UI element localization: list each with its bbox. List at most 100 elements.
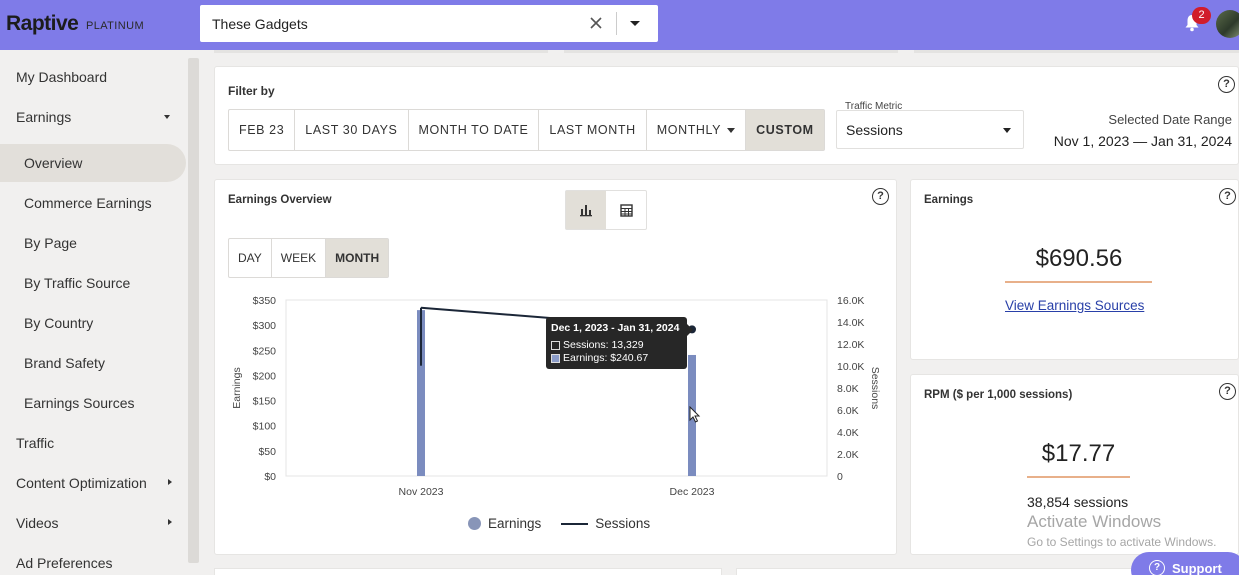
tooltip-sessions: Sessions: 13,329 [563, 339, 644, 351]
earnings-overview-title: Earnings Overview [228, 194, 332, 206]
sidebar: My Dashboard Earnings Overview Commerce … [0, 50, 200, 575]
y2-tick-label: 0 [837, 471, 843, 483]
site-selector[interactable]: These Gadgets [200, 5, 658, 42]
filter-feb23-button[interactable]: FEB 23 [229, 110, 296, 150]
filter-last-month-button[interactable]: LAST MONTH [539, 110, 647, 150]
period-day-button[interactable]: DAY [229, 239, 272, 277]
clear-icon[interactable] [586, 13, 606, 33]
date-filter-group: FEB 23 LAST 30 DAYS MONTH TO DATE LAST M… [228, 109, 825, 151]
view-earnings-sources-link[interactable]: View Earnings Sources [1005, 298, 1144, 313]
help-icon[interactable]: ? [872, 188, 889, 205]
sidebar-item-label: By Country [24, 315, 94, 331]
earnings-value: $690.56 [1035, 245, 1123, 272]
sidebar-item-my-dashboard[interactable]: My Dashboard [0, 58, 186, 96]
y-tick-label: $350 [253, 295, 277, 307]
legend-earnings-label[interactable]: Earnings [488, 516, 541, 531]
filter-monthly-dropdown[interactable]: MONTHLY [647, 110, 747, 150]
filter-month-to-date-button[interactable]: MONTH TO DATE [409, 110, 540, 150]
filter-monthly-label: MONTHLY [656, 123, 722, 137]
x-tick-label: Nov 2023 [399, 486, 444, 498]
support-button[interactable]: ? Support [1131, 552, 1239, 575]
notification-badge: 2 [1192, 7, 1211, 24]
chevron-down-icon [1003, 128, 1011, 133]
filter-card: Filter by FEB 23 LAST 30 DAYS MONTH TO D… [214, 66, 1239, 165]
sidebar-item-earnings[interactable]: Earnings [0, 98, 186, 136]
y-tick-label: $100 [253, 421, 277, 433]
sidebar-item-commerce-earnings[interactable]: Commerce Earnings [0, 184, 186, 222]
date-range-value: Nov 1, 2023 — Jan 31, 2024 [1053, 133, 1232, 149]
help-icon[interactable]: ? [1219, 383, 1236, 400]
sidebar-item-content-optimization[interactable]: Content Optimization [0, 464, 186, 502]
sidebar-item-overview[interactable]: Overview [0, 144, 186, 182]
sidebar-item-label: Ad Preferences [16, 555, 113, 571]
y2-tick-label: 16.0K [837, 295, 864, 307]
sidebar-item-label: Overview [24, 155, 83, 171]
raptive-logo[interactable]: Raptive [6, 12, 79, 36]
period-month-button[interactable]: MONTH [326, 239, 389, 277]
traffic-metric-select[interactable]: Sessions [836, 110, 1024, 149]
y-tick-label: $200 [253, 370, 277, 382]
sidebar-item-videos[interactable]: Videos [0, 504, 186, 542]
y2-tick-label: 4.0K [837, 427, 859, 439]
sidebar-item-label: Earnings Sources [24, 395, 135, 411]
sidebar-scrollbar[interactable] [188, 58, 199, 563]
support-label: Support [1172, 561, 1222, 575]
y-axis-label: Earnings [231, 367, 243, 408]
chart-view-toggle [565, 190, 647, 230]
site-selector-value: These Gadgets [212, 16, 308, 32]
legend-sessions-label[interactable]: Sessions [595, 516, 650, 531]
sidebar-item-label: Content Optimization [16, 475, 147, 491]
help-icon[interactable]: ? [1218, 76, 1235, 93]
sidebar-item-label: Traffic [16, 435, 55, 451]
y2-tick-label: 14.0K [837, 317, 864, 329]
chevron-down-icon [727, 128, 736, 134]
legend-earnings-marker [468, 517, 481, 530]
sidebar-item-label: Videos [16, 515, 59, 531]
help-icon[interactable]: ? [1219, 188, 1236, 205]
y2-tick-label: 12.0K [837, 339, 864, 351]
y2-axis-label: Sessions [869, 367, 881, 410]
sidebar-item-by-traffic-source[interactable]: By Traffic Source [0, 264, 186, 302]
tier-label: PLATINUM [86, 20, 145, 32]
sidebar-item-traffic[interactable]: Traffic [0, 424, 186, 462]
x-tick-label: Dec 2023 [670, 486, 715, 498]
table-view-button[interactable] [606, 191, 646, 229]
rpm-value: $17.77 [1041, 440, 1116, 467]
selector-separator [616, 12, 617, 35]
earnings-underline [1005, 281, 1152, 283]
legend-sessions-marker [561, 522, 589, 525]
y-tick-label: $300 [253, 320, 277, 332]
sidebar-item-by-country[interactable]: By Country [0, 304, 186, 342]
chart-legend: Earnings Sessions [468, 516, 650, 531]
sidebar-item-label: Commerce Earnings [24, 195, 152, 211]
tooltip-earnings: Earnings: $240.67 [563, 352, 649, 364]
period-week-button[interactable]: WEEK [272, 239, 327, 277]
sessions-swatch [551, 341, 560, 350]
sidebar-item-by-page[interactable]: By Page [0, 224, 186, 262]
chevron-down-icon[interactable] [630, 21, 640, 26]
sidebar-item-label: Brand Safety [24, 355, 105, 371]
sidebar-item-ad-preferences[interactable]: Ad Preferences [0, 544, 186, 575]
y2-tick-label: 8.0K [837, 383, 859, 395]
sidebar-item-brand-safety[interactable]: Brand Safety [0, 344, 186, 382]
top-card-strip [214, 50, 1239, 54]
help-icon: ? [1149, 560, 1165, 575]
chevron-right-icon [168, 519, 172, 525]
y-tick-label: $0 [264, 471, 276, 483]
y-tick-label: $50 [258, 446, 276, 458]
earnings-chart: $0 $50 $100 $150 $200 $250 $300 $350 0 2.0K 4.0K 6.… [231, 295, 881, 498]
avatar[interactable] [1216, 10, 1239, 38]
tooltip-title: Dec 1, 2023 - Jan 31, 2024 [551, 322, 680, 334]
y-tick-label: $250 [253, 345, 277, 357]
sidebar-item-earnings-sources[interactable]: Earnings Sources [0, 384, 186, 422]
earnings-card-title: Earnings [924, 194, 974, 206]
date-range-label: Selected Date Range [1108, 112, 1232, 127]
chart-tooltip: Dec 1, 2023 - Jan 31, 2024 Sessions: 13,… [546, 317, 693, 369]
y2-tick-label: 6.0K [837, 405, 859, 417]
bar-chart-icon [580, 205, 592, 217]
bottom-card-left [214, 568, 722, 575]
bar-chart-view-button[interactable] [566, 191, 606, 229]
filter-last-30-days-button[interactable]: LAST 30 DAYS [295, 110, 409, 150]
top-bar: Raptive PLATINUM These Gadgets 2 [0, 0, 1239, 50]
filter-custom-button[interactable]: CUSTOM [746, 110, 824, 150]
